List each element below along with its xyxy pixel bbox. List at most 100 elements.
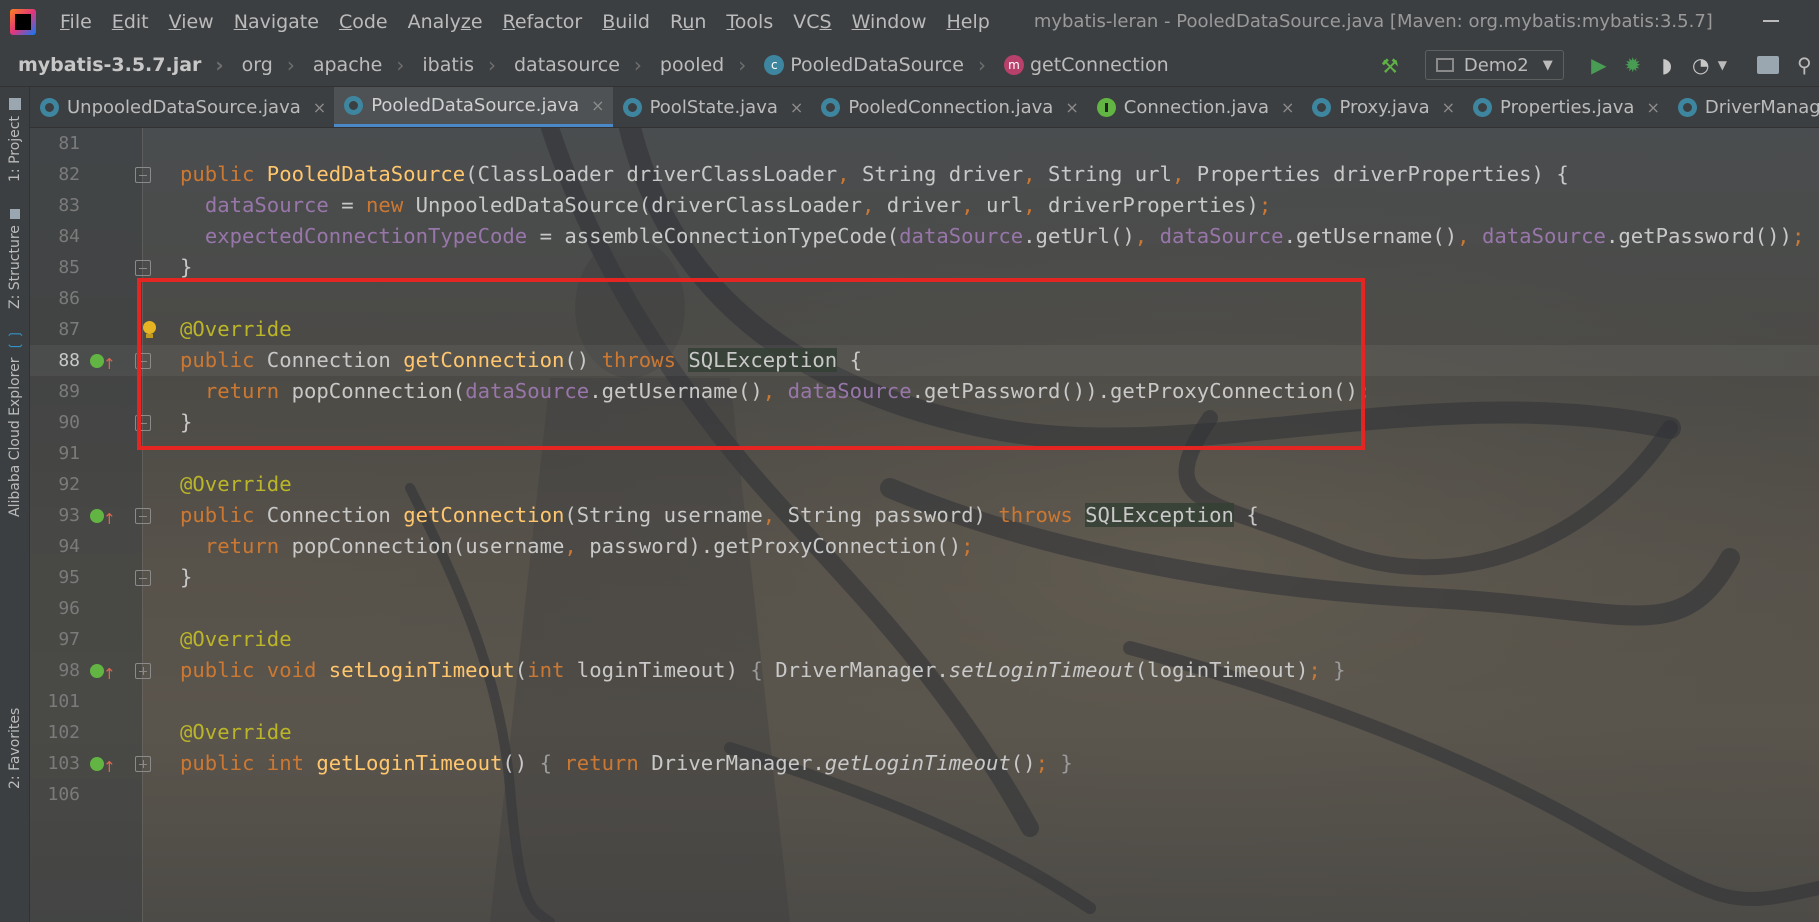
code-line[interactable]: 88 ↑ public Connection getConnection() thr… [30,345,1819,376]
menu-item[interactable]: Code [329,11,398,33]
code-token: String password) [787,503,999,527]
favorites-tool-button[interactable]: 2: Favorites [2,707,28,789]
code-line[interactable]: 101 [30,686,1819,717]
menu-item[interactable]: File [50,11,102,33]
chevron-right-icon: › [215,52,224,77]
class-icon [1473,97,1493,117]
collapse-fold-icon[interactable] [135,353,151,369]
code-line[interactable]: 89 return popConnection(dataSource.getUs… [30,376,1819,407]
code-line[interactable]: 96 [30,593,1819,624]
code-line[interactable]: 83 dataSource = new UnpooledDataSource(d… [30,190,1819,221]
close-tab-icon[interactable]: × [1065,98,1078,117]
breadcrumb-item[interactable]: mybatis-3.5.7.jar › [0,53,224,77]
code-line[interactable]: 91 [30,438,1819,469]
coverage-shield-icon[interactable]: ◗ [1650,50,1684,80]
editor-tab[interactable]: DriverManager.java [1668,87,1819,127]
collapse-fold-icon[interactable] [135,167,151,183]
menu-item[interactable]: Navigate [224,11,329,33]
cloud-explorer-tool-button[interactable]: Alibaba Cloud Explorer ❲❳ [2,327,28,517]
navigation-bar: mybatis-3.5.7.jar › org › apache › ibatis › data… [0,43,1819,87]
menu-item[interactable]: Tools [716,11,783,33]
collapse-fold-icon[interactable] [135,508,151,524]
code-line[interactable]: 103 ↑ public int getLoginTimeout() { retur… [30,748,1819,779]
editor-tab[interactable]: Properties.java × [1463,87,1668,127]
overrides-method-icon[interactable]: ↑ [90,506,116,528]
code-line[interactable]: 87 @Override [30,314,1819,345]
menu-item[interactable]: VCS [783,11,841,33]
menu-item-text: E [111,10,124,33]
code-token: dataSource [787,379,912,403]
code-line[interactable]: 93 ↑ public Connection getConnection(Strin… [30,500,1819,531]
breadcrumb-item[interactable]: pooled › [642,53,746,77]
code-line[interactable]: 82 public PooledDataSource(ClassLoader dr… [30,159,1819,190]
collapse-fold-icon[interactable] [135,570,151,586]
minimize-icon[interactable] [1763,20,1779,22]
menu-item[interactable]: Help [936,11,999,33]
overrides-method-icon[interactable]: ↑ [90,351,116,373]
interface-icon [1096,97,1116,117]
debug-bug-icon[interactable]: ✹ [1616,50,1650,80]
expand-fold-icon[interactable] [135,663,151,679]
code-line[interactable]: 85} [30,252,1819,283]
menu-item[interactable]: Build [592,11,660,33]
editor-tab[interactable]: PooledConnection.java × [811,87,1086,127]
breadcrumb-item[interactable]: datasource › [496,53,642,77]
menu-item[interactable]: View [159,11,224,33]
line-number: 98 [58,660,80,681]
line-number: 95 [58,567,80,588]
close-tab-icon[interactable]: × [1281,98,1294,117]
project-tool-button[interactable]: 1: Project [2,87,28,182]
code-line[interactable]: 90} [30,407,1819,438]
collapse-fold-icon[interactable] [135,415,151,431]
collapse-fold-icon[interactable] [135,260,151,276]
intention-bulb-icon[interactable] [143,321,156,338]
chevron-down-icon[interactable]: ▼ [1718,58,1727,72]
code-line[interactable]: 95} [30,562,1819,593]
menu-item[interactable]: Edit [102,11,159,33]
code-editor[interactable]: 81 82 public PooledDataSource(ClassLoader … [30,128,1819,922]
structure-tool-button[interactable]: Z: Structure [2,197,28,309]
code-line[interactable]: 97 @Override [30,624,1819,655]
overrides-method-icon[interactable]: ↑ [90,754,116,776]
code-line[interactable]: 84 expectedConnectionTypeCode = assemble… [30,221,1819,252]
editor-tab[interactable]: Connection.java × [1087,87,1303,127]
editor-tab[interactable]: PoolState.java × [613,87,812,127]
menu-item[interactable]: Window [842,11,937,33]
menu-item[interactable]: Analyze [398,11,493,33]
code-token: return [204,379,292,403]
run-icon[interactable]: ▶ [1582,50,1616,80]
code-token: { [750,658,776,682]
code-line[interactable]: 92 @Override [30,469,1819,500]
code-line[interactable]: 94 return popConnection(username, passwo… [30,531,1819,562]
close-tab-icon[interactable]: × [1442,98,1455,117]
folder-icon [9,98,21,111]
breadcrumb-item[interactable]: apache › [295,53,405,77]
menu-item[interactable]: Refactor [493,11,593,33]
close-tab-icon[interactable]: × [790,98,803,117]
breadcrumb-item[interactable]: org › [224,53,295,77]
breadcrumb-item[interactable]: ibatis › [404,53,496,77]
code-text: @Override [180,624,292,655]
close-tab-icon[interactable]: × [591,96,604,115]
breadcrumb-method[interactable]: m getConnection [986,54,1169,76]
editor-tab[interactable]: Proxy.java × [1302,87,1463,127]
close-tab-icon[interactable]: × [1646,98,1659,117]
editor-tab[interactable]: UnpooledDataSource.java × [30,87,334,127]
run-configuration-select[interactable]: Demo2 ▼ [1424,50,1564,80]
breadcrumb-class[interactable]: c PooledDataSource › [746,53,986,77]
expand-fold-icon[interactable] [135,756,151,772]
project-structure-icon[interactable] [1757,56,1779,74]
editor-tab[interactable]: PooledDataSource.java × [334,87,613,127]
close-tab-icon[interactable]: × [313,98,326,117]
menu-item[interactable]: Run [660,11,716,33]
search-icon[interactable]: ⚲ [1797,53,1817,77]
profiler-icon[interactable]: ◔ [1684,50,1718,80]
build-hammer-icon[interactable]: ⚒ [1381,54,1403,78]
overrides-method-icon[interactable]: ↑ [90,661,116,683]
code-token: (ClassLoader driverClassLoader [465,162,838,186]
code-line[interactable]: 102 @Override [30,717,1819,748]
code-line[interactable]: 86 [30,283,1819,314]
code-line[interactable]: 106 [30,779,1819,810]
code-line[interactable]: 81 [30,128,1819,159]
code-line[interactable]: 98 ↑ public void setLoginTimeout(int login… [30,655,1819,686]
